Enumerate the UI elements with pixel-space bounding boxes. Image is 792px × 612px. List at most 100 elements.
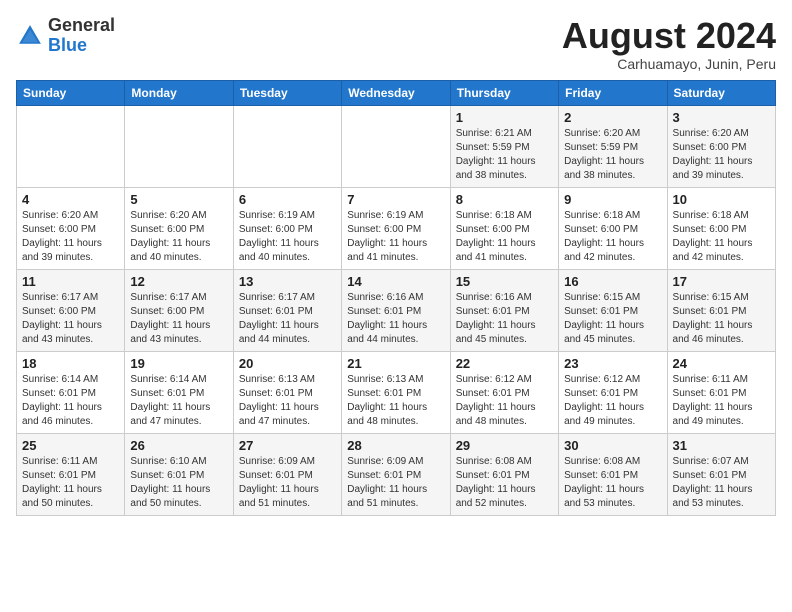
day-info: Sunrise: 6:08 AM Sunset: 6:01 PM Dayligh…: [564, 455, 661, 511]
calendar-cell: 19 Sunrise: 6:14 AM Sunset: 6:01 PM Dayli…: [125, 351, 233, 433]
calendar-cell: 14Sunrise: 6:16 AM Sunset: 6:01 PM Dayli…: [342, 269, 450, 351]
calendar-table: SundayMondayTuesdayWednesdayThursdayFrid…: [16, 80, 776, 516]
calendar-cell: 23Sunrise: 6:12 AM Sunset: 6:01 PM Dayli…: [559, 351, 667, 433]
day-number: 5: [130, 192, 227, 207]
calendar-cell: 9 Sunrise: 6:18 AM Sunset: 6:00 PM Daylig…: [559, 187, 667, 269]
calendar-cell: 1 Sunrise: 6:21 AM Sunset: 5:59 PM Daylig…: [450, 105, 558, 187]
day-number: 30: [564, 438, 661, 453]
calendar-cell: 16 Sunrise: 6:15 AM Sunset: 6:01 PM Dayli…: [559, 269, 667, 351]
day-number: 11: [22, 274, 119, 289]
day-number: 13: [239, 274, 336, 289]
calendar-cell: [233, 105, 341, 187]
header-day-thursday: Thursday: [450, 80, 558, 105]
day-info: Sunrise: 6:15 AM Sunset: 6:01 PM Dayligh…: [564, 291, 661, 347]
day-info: Sunrise: 6:14 AM Sunset: 6:01 PM Dayligh…: [22, 373, 119, 429]
header-day-sunday: Sunday: [17, 80, 125, 105]
calendar-body: 1 Sunrise: 6:21 AM Sunset: 5:59 PM Daylig…: [17, 105, 776, 515]
day-info: Sunrise: 6:19 AM Sunset: 6:00 PM Dayligh…: [347, 209, 444, 265]
week-row-4: 18Sunrise: 6:14 AM Sunset: 6:01 PM Dayli…: [17, 351, 776, 433]
calendar-cell: 27Sunrise: 6:09 AM Sunset: 6:01 PM Dayli…: [233, 433, 341, 515]
day-number: 14: [347, 274, 444, 289]
day-info: Sunrise: 6:20 AM Sunset: 6:00 PM Dayligh…: [673, 127, 770, 183]
day-number: 31: [673, 438, 770, 453]
day-number: 10: [673, 192, 770, 207]
calendar-cell: 28 Sunrise: 6:09 AM Sunset: 6:01 PM Dayli…: [342, 433, 450, 515]
header-day-monday: Monday: [125, 80, 233, 105]
week-row-3: 11 Sunrise: 6:17 AM Sunset: 6:00 PM Dayli…: [17, 269, 776, 351]
calendar-cell: 26 Sunrise: 6:10 AM Sunset: 6:01 PM Dayli…: [125, 433, 233, 515]
day-info: Sunrise: 6:20 AM Sunset: 6:00 PM Dayligh…: [22, 209, 119, 265]
location-subtitle: Carhuamayo, Junin, Peru: [562, 56, 776, 72]
day-number: 7: [347, 192, 444, 207]
calendar-cell: 20 Sunrise: 6:13 AM Sunset: 6:01 PM Dayli…: [233, 351, 341, 433]
calendar-cell: 18Sunrise: 6:14 AM Sunset: 6:01 PM Dayli…: [17, 351, 125, 433]
day-info: Sunrise: 6:09 AM Sunset: 6:01 PM Dayligh…: [347, 455, 444, 511]
day-info: Sunrise: 6:13 AM Sunset: 6:01 PM Dayligh…: [239, 373, 336, 429]
day-info: Sunrise: 6:08 AM Sunset: 6:01 PM Dayligh…: [456, 455, 553, 511]
day-info: Sunrise: 6:17 AM Sunset: 6:00 PM Dayligh…: [130, 291, 227, 347]
day-number: 8: [456, 192, 553, 207]
day-info: Sunrise: 6:16 AM Sunset: 6:01 PM Dayligh…: [456, 291, 553, 347]
day-number: 21: [347, 356, 444, 371]
calendar-cell: 5 Sunrise: 6:20 AM Sunset: 6:00 PM Daylig…: [125, 187, 233, 269]
day-info: Sunrise: 6:18 AM Sunset: 6:00 PM Dayligh…: [673, 209, 770, 265]
day-info: Sunrise: 6:15 AM Sunset: 6:01 PM Dayligh…: [673, 291, 770, 347]
header-day-friday: Friday: [559, 80, 667, 105]
day-info: Sunrise: 6:11 AM Sunset: 6:01 PM Dayligh…: [22, 455, 119, 511]
day-number: 17: [673, 274, 770, 289]
calendar-cell: 30 Sunrise: 6:08 AM Sunset: 6:01 PM Dayli…: [559, 433, 667, 515]
day-number: 24: [673, 356, 770, 371]
calendar-cell: 11Sunrise: 6:17 AM Sunset: 6:00 PM Dayli…: [17, 269, 125, 351]
day-info: Sunrise: 6:21 AM Sunset: 5:59 PM Dayligh…: [456, 127, 553, 183]
header-row: SundayMondayTuesdayWednesdayThursdayFrid…: [17, 80, 776, 105]
day-info: Sunrise: 6:12 AM Sunset: 6:01 PM Dayligh…: [564, 373, 661, 429]
week-row-2: 4Sunrise: 6:20 AM Sunset: 6:00 PM Daylig…: [17, 187, 776, 269]
day-number: 27: [239, 438, 336, 453]
day-info: Sunrise: 6:14 AM Sunset: 6:01 PM Dayligh…: [130, 373, 227, 429]
day-info: Sunrise: 6:07 AM Sunset: 6:01 PM Dayligh…: [673, 455, 770, 511]
day-info: Sunrise: 6:10 AM Sunset: 6:01 PM Dayligh…: [130, 455, 227, 511]
calendar-cell: 15Sunrise: 6:16 AM Sunset: 6:01 PM Dayli…: [450, 269, 558, 351]
day-number: 3: [673, 110, 770, 125]
day-number: 29: [456, 438, 553, 453]
day-number: 1: [456, 110, 553, 125]
day-info: Sunrise: 6:19 AM Sunset: 6:00 PM Dayligh…: [239, 209, 336, 265]
day-number: 20: [239, 356, 336, 371]
calendar-cell: 3 Sunrise: 6:20 AM Sunset: 6:00 PM Daylig…: [667, 105, 775, 187]
calendar-header: SundayMondayTuesdayWednesdayThursdayFrid…: [17, 80, 776, 105]
day-number: 26: [130, 438, 227, 453]
day-info: Sunrise: 6:13 AM Sunset: 6:01 PM Dayligh…: [347, 373, 444, 429]
calendar-cell: 7 Sunrise: 6:19 AM Sunset: 6:00 PM Daylig…: [342, 187, 450, 269]
header-day-saturday: Saturday: [667, 80, 775, 105]
page-header: General Blue August 2024 Carhuamayo, Jun…: [16, 16, 776, 72]
calendar-cell: 6 Sunrise: 6:19 AM Sunset: 6:00 PM Daylig…: [233, 187, 341, 269]
title-block: August 2024 Carhuamayo, Junin, Peru: [562, 16, 776, 72]
day-number: 6: [239, 192, 336, 207]
calendar-cell: 25Sunrise: 6:11 AM Sunset: 6:01 PM Dayli…: [17, 433, 125, 515]
calendar-cell: 2Sunrise: 6:20 AM Sunset: 5:59 PM Daylig…: [559, 105, 667, 187]
logo-text: General Blue: [48, 16, 115, 56]
calendar-cell: 31 Sunrise: 6:07 AM Sunset: 6:01 PM Dayli…: [667, 433, 775, 515]
day-info: Sunrise: 6:18 AM Sunset: 6:00 PM Dayligh…: [456, 209, 553, 265]
day-info: Sunrise: 6:20 AM Sunset: 6:00 PM Dayligh…: [130, 209, 227, 265]
day-number: 19: [130, 356, 227, 371]
calendar-cell: 10 Sunrise: 6:18 AM Sunset: 6:00 PM Dayli…: [667, 187, 775, 269]
day-info: Sunrise: 6:17 AM Sunset: 6:01 PM Dayligh…: [239, 291, 336, 347]
logo: General Blue: [16, 16, 115, 56]
day-number: 16: [564, 274, 661, 289]
week-row-5: 25Sunrise: 6:11 AM Sunset: 6:01 PM Dayli…: [17, 433, 776, 515]
calendar-cell: 17 Sunrise: 6:15 AM Sunset: 6:01 PM Dayli…: [667, 269, 775, 351]
day-info: Sunrise: 6:18 AM Sunset: 6:00 PM Dayligh…: [564, 209, 661, 265]
day-number: 22: [456, 356, 553, 371]
day-number: 9: [564, 192, 661, 207]
week-row-1: 1 Sunrise: 6:21 AM Sunset: 5:59 PM Daylig…: [17, 105, 776, 187]
day-info: Sunrise: 6:11 AM Sunset: 6:01 PM Dayligh…: [673, 373, 770, 429]
header-day-wednesday: Wednesday: [342, 80, 450, 105]
day-info: Sunrise: 6:20 AM Sunset: 5:59 PM Dayligh…: [564, 127, 661, 183]
calendar-cell: 4Sunrise: 6:20 AM Sunset: 6:00 PM Daylig…: [17, 187, 125, 269]
calendar-cell: [342, 105, 450, 187]
calendar-cell: [125, 105, 233, 187]
month-year-title: August 2024: [562, 16, 776, 56]
header-day-tuesday: Tuesday: [233, 80, 341, 105]
day-number: 28: [347, 438, 444, 453]
